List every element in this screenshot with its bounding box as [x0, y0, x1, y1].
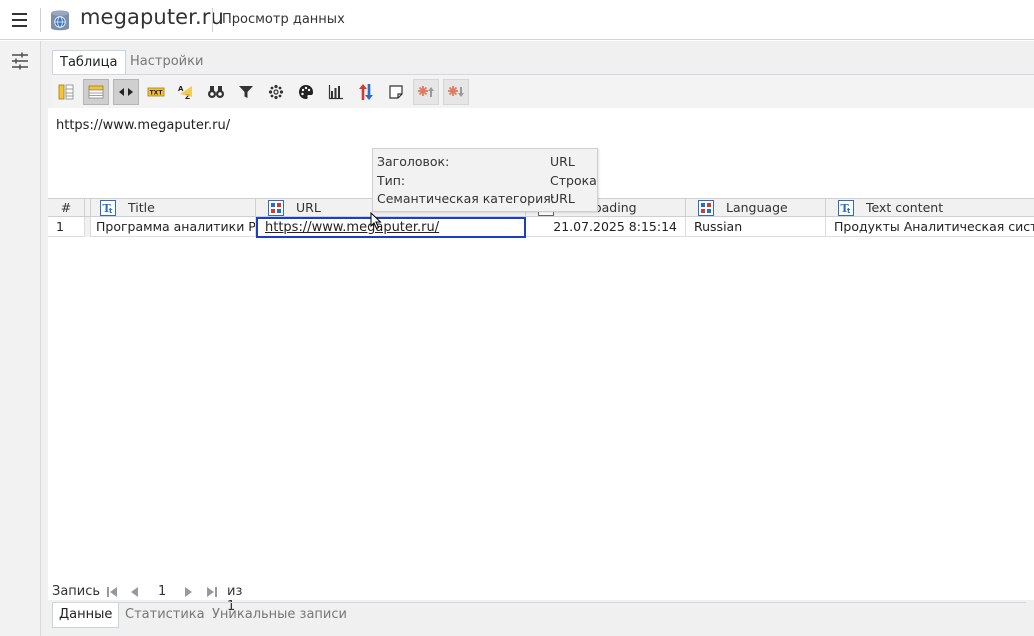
last-page-icon[interactable]	[206, 585, 218, 599]
svg-text:A: A	[178, 85, 184, 93]
category-type-icon	[698, 200, 714, 216]
toolbar: TXT AZ	[52, 75, 1034, 108]
prev-page-icon[interactable]	[129, 585, 141, 599]
sort-text-icon[interactable]: AZ	[173, 79, 199, 105]
database-icon	[51, 10, 69, 31]
pager-label: Запись	[52, 584, 101, 599]
text-type-icon: Tt	[100, 200, 116, 216]
main-panel: Таблица Настройки TXT AZ https://www.meg…	[41, 41, 1034, 636]
sort-icon[interactable]	[353, 79, 379, 105]
text-type-icon: Tt	[838, 200, 854, 216]
first-page-icon[interactable]	[106, 585, 118, 599]
columns-icon[interactable]	[53, 79, 79, 105]
svg-text:TXT: TXT	[150, 90, 164, 97]
fit-columns-icon[interactable]	[113, 79, 139, 105]
selected-cell-value: https://www.megaputer.ru/	[56, 118, 231, 133]
mark-up-icon[interactable]	[413, 79, 439, 105]
tooltip-value-category: URL	[550, 191, 575, 206]
site-title: megaputer.ru	[80, 5, 224, 29]
next-page-icon[interactable]	[182, 585, 194, 599]
tab-table[interactable]: Таблица	[52, 50, 126, 75]
note-icon[interactable]	[383, 79, 409, 105]
column-tooltip: Заголовок: URL Тип: Строка Семантическая…	[372, 148, 598, 212]
menu-icon[interactable]	[12, 13, 27, 27]
bar-chart-icon[interactable]	[323, 79, 349, 105]
tooltip-value-type: Строка	[550, 173, 597, 188]
url-link[interactable]: https://www.megaputer.ru/	[265, 219, 439, 236]
language-cell[interactable]: Russian	[686, 217, 826, 237]
mouse-cursor-icon	[370, 212, 382, 230]
loading-date-cell[interactable]: 21.07.2025 8:15:14	[526, 217, 686, 237]
column-header-language[interactable]: Language	[686, 199, 826, 217]
column-header-text-content[interactable]: Tt Text content	[826, 199, 1034, 217]
left-sidebar	[0, 41, 41, 636]
text-content-cell[interactable]: Продукты Аналитическая система PolyAnaly…	[826, 217, 1034, 237]
tooltip-key-type: Тип:	[377, 173, 406, 188]
text-icon[interactable]: TXT	[143, 79, 169, 105]
row-number-cell[interactable]: 1	[48, 217, 85, 237]
tooltip-value-title: URL	[550, 154, 575, 169]
view-title: Просмотр данных	[222, 12, 345, 27]
tab-unique-records[interactable]: Уникальные записи	[206, 603, 353, 628]
app-header: megaputer.ru Просмотр данных	[0, 0, 1034, 40]
row-header-icon[interactable]	[83, 79, 109, 105]
header-divider	[40, 8, 41, 32]
url-type-icon	[268, 200, 284, 216]
tooltip-key-title: Заголовок:	[377, 154, 450, 169]
title-cell[interactable]: Программа аналитики PolyAnalyst	[91, 217, 256, 237]
page-number-input[interactable]: 1	[158, 584, 166, 599]
sliders-icon[interactable]	[11, 52, 29, 70]
tab-settings[interactable]: Настройки	[123, 50, 210, 75]
filter-icon[interactable]	[233, 79, 259, 105]
cluster-icon[interactable]	[263, 79, 289, 105]
palette-icon[interactable]	[293, 79, 319, 105]
tab-statistics[interactable]: Статистика	[119, 603, 211, 628]
column-header-number[interactable]: #	[48, 199, 85, 217]
find-icon[interactable]	[203, 79, 229, 105]
tab-data[interactable]: Данные	[52, 603, 120, 628]
column-header-title[interactable]: Tt Title	[91, 199, 256, 217]
mark-down-icon[interactable]	[443, 79, 469, 105]
table-row[interactable]: 1 Программа аналитики PolyAnalyst https:…	[48, 217, 1034, 238]
tooltip-key-category: Семантическая категория:	[377, 191, 555, 206]
header-divider	[212, 8, 213, 32]
selected-cell[interactable]: https://www.megaputer.ru/	[256, 217, 526, 238]
